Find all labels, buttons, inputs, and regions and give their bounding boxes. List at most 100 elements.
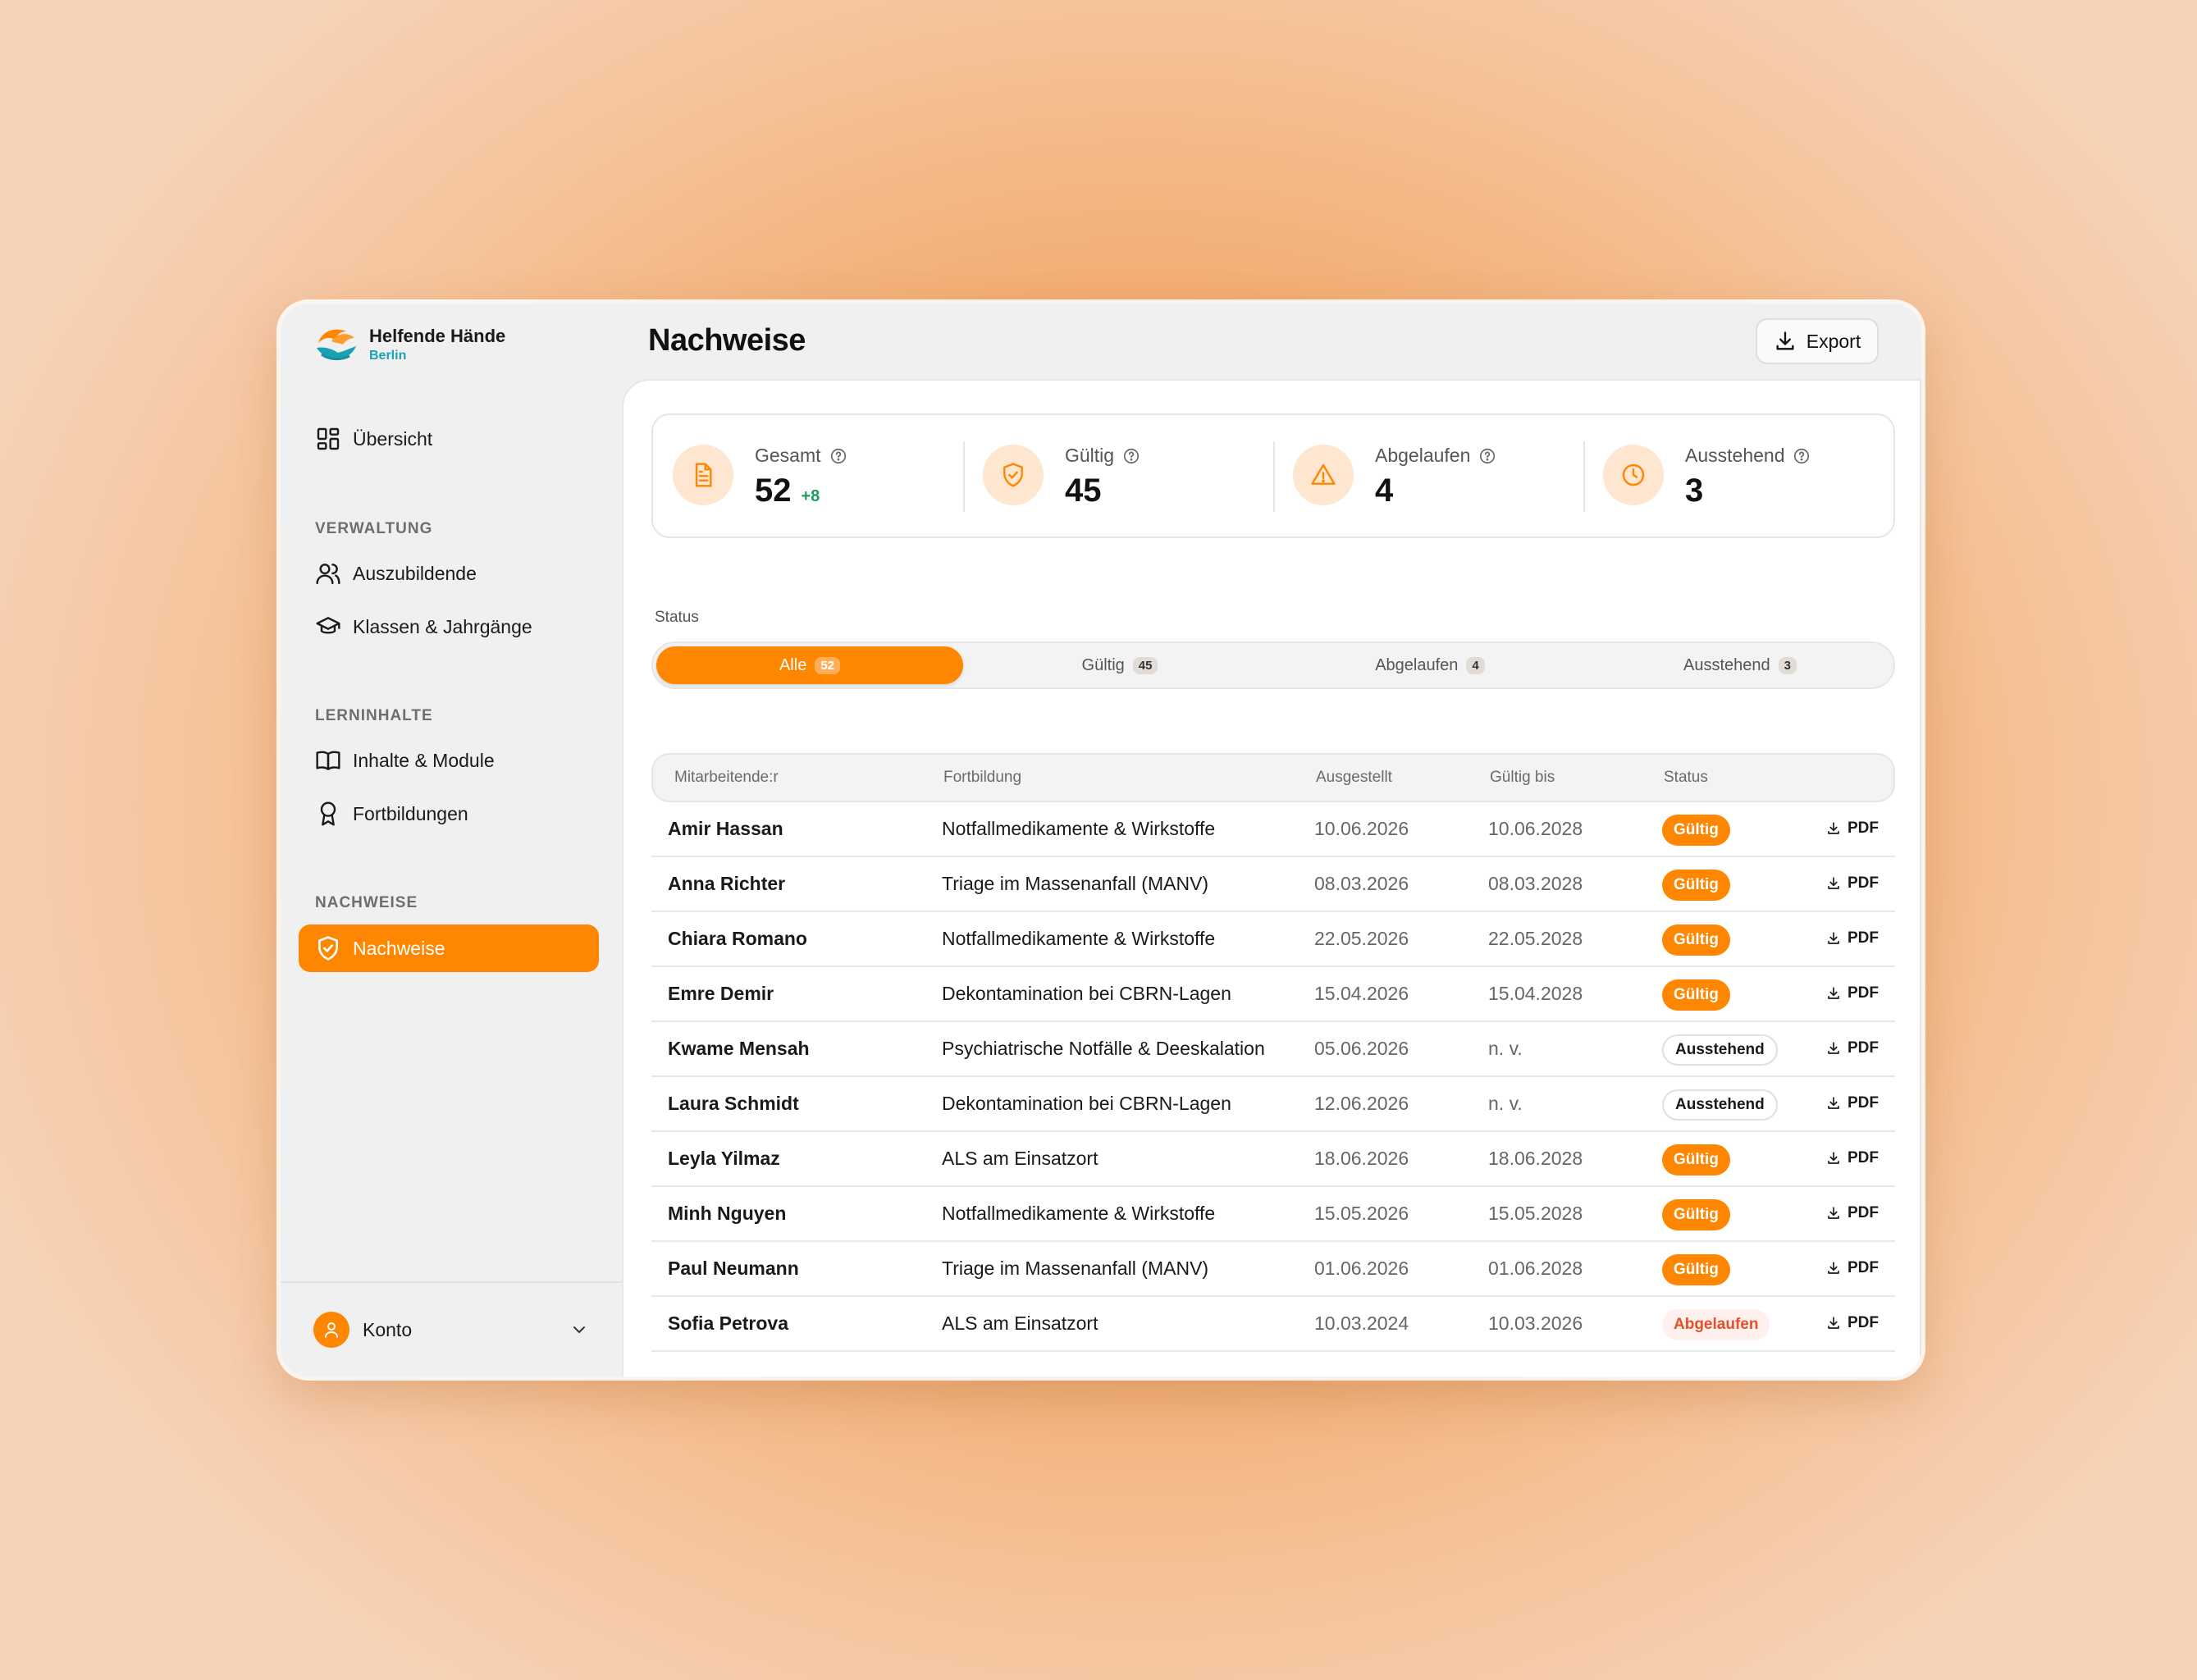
stat-delta: +8 <box>801 487 820 505</box>
filter-label: Alle <box>779 655 807 674</box>
employee-name: Kwame Mensah <box>668 1038 810 1059</box>
valid-until-date: 15.05.2028 <box>1488 1203 1583 1224</box>
account-menu[interactable]: Konto <box>313 1311 589 1349</box>
sidebar-item-overview[interactable]: Übersicht <box>299 415 599 463</box>
pdf-download-button[interactable]: PDF <box>1826 1259 1879 1277</box>
shield-check-icon <box>983 445 1044 505</box>
table-row[interactable]: Kwame Mensah Psychiatrische Notfälle & De… <box>651 1022 1895 1077</box>
brand[interactable]: Helfende Hände Berlin <box>313 322 505 368</box>
pdf-label: PDF <box>1848 984 1879 1002</box>
course-name: Notfallmedikamente & Wirkstoffe <box>942 928 1216 949</box>
filter-ausstehend[interactable]: Ausstehend 3 <box>1587 646 1893 684</box>
table-row[interactable]: Minh Nguyen Notfallmedikamente & Wirkstof… <box>651 1187 1895 1242</box>
status-filter: Alle 52 Gültig 45 Abgelaufen 4 Ausstehen… <box>651 641 1895 689</box>
filter-alle[interactable]: Alle 52 <box>656 646 963 684</box>
count-badge: 3 <box>1778 656 1797 674</box>
pdf-download-button[interactable]: PDF <box>1826 1149 1879 1167</box>
issued-date: 12.06.2026 <box>1314 1093 1409 1114</box>
sidebar-item-inhalte[interactable]: Inhalte & Module <box>299 737 599 784</box>
pdf-download-button[interactable]: PDF <box>1826 819 1879 838</box>
help-icon[interactable] <box>829 447 847 465</box>
sidebar-item-label: Fortbildungen <box>353 802 468 824</box>
shield-check-icon <box>318 936 338 961</box>
status-badge: Gültig <box>1662 1144 1730 1176</box>
employee-name: Leyla Yilmaz <box>668 1148 780 1169</box>
pdf-download-button[interactable]: PDF <box>1826 1314 1879 1332</box>
column-header[interactable]: Status <box>1664 769 1708 787</box>
help-icon[interactable] <box>1793 447 1811 465</box>
chevron-down-icon <box>573 1326 585 1333</box>
download-icon <box>1828 1097 1839 1109</box>
table-row[interactable]: Amir Hassan Notfallmedikamente & Wirkstof… <box>651 802 1895 857</box>
sidebar: Helfende Hände Berlin Übersicht VERWALTU… <box>281 304 622 1376</box>
status-badge: Gültig <box>1662 979 1730 1011</box>
issued-date: 05.06.2026 <box>1314 1038 1409 1059</box>
avatar <box>313 1312 349 1348</box>
users-icon <box>316 564 340 585</box>
issued-date: 01.06.2026 <box>1314 1258 1409 1279</box>
pdf-download-button[interactable]: PDF <box>1826 1039 1879 1057</box>
issued-date: 15.05.2026 <box>1314 1203 1409 1224</box>
issued-date: 08.03.2026 <box>1314 873 1409 894</box>
warning-icon <box>1293 445 1354 505</box>
column-header[interactable]: Mitarbeitende:r <box>674 769 779 787</box>
column-header[interactable]: Gültig bis <box>1490 769 1555 787</box>
document-icon <box>673 445 733 505</box>
table-row[interactable]: Anna Richter Triage im Massenanfall (MANV… <box>651 857 1895 912</box>
count-badge: 45 <box>1132 656 1158 674</box>
sidebar-item-auszubildende[interactable]: Auszubildende <box>299 550 599 597</box>
sidebar-item-klassen[interactable]: Klassen & Jahrgänge <box>299 603 599 651</box>
table-row[interactable]: Laura Schmidt Dekontamination bei CBRN-La… <box>651 1077 1895 1132</box>
column-header[interactable]: Ausgestellt <box>1316 769 1392 787</box>
employee-name: Laura Schmidt <box>668 1093 799 1114</box>
graduation-cap-icon <box>316 617 340 634</box>
table-row[interactable]: Chiara Romano Notfallmedikamente & Wirkst… <box>651 912 1895 967</box>
pdf-label: PDF <box>1848 874 1879 892</box>
export-button[interactable]: Export <box>1756 318 1879 364</box>
download-icon <box>1828 1207 1839 1219</box>
download-icon <box>1828 1317 1839 1329</box>
pdf-download-button[interactable]: PDF <box>1826 1094 1879 1112</box>
valid-until-date: 10.03.2026 <box>1488 1312 1583 1334</box>
table-row[interactable]: Leyla Yilmaz ALS am Einsatzort 18.06.2026 1… <box>651 1132 1895 1187</box>
help-icon[interactable] <box>1478 447 1496 465</box>
pdf-label: PDF <box>1848 1149 1879 1166</box>
sidebar-divider <box>281 1281 622 1283</box>
filter-gueltig[interactable]: Gültig 45 <box>966 646 1273 684</box>
stats-card: Gesamt 52 +8 Gültig 45 Abgelaufen 4 Auss… <box>651 413 1895 538</box>
clock-icon <box>1603 445 1664 505</box>
download-icon <box>1776 331 1794 350</box>
stat-abgelaufen: Abgelaufen 4 <box>1273 415 1583 536</box>
status-badge: Gültig <box>1662 815 1730 846</box>
employee-name: Emre Demir <box>668 983 774 1004</box>
user-icon <box>325 1322 338 1338</box>
course-name: Notfallmedikamente & Wirkstoffe <box>942 1203 1216 1224</box>
table-row[interactable]: Sofia Petrova ALS am Einsatzort 10.03.2024… <box>651 1297 1895 1352</box>
table-row[interactable]: Paul Neumann Triage im Massenanfall (MANV… <box>651 1242 1895 1297</box>
pdf-download-button[interactable]: PDF <box>1826 984 1879 1002</box>
employee-name: Amir Hassan <box>668 818 783 839</box>
pdf-label: PDF <box>1848 1259 1879 1276</box>
download-icon <box>1828 1152 1839 1164</box>
sidebar-item-label: Auszubildende <box>353 562 477 584</box>
section-title-lerninhalte: LERNINHALTE <box>315 707 433 724</box>
status-badge: Ausstehend <box>1662 1034 1778 1066</box>
column-header[interactable]: Fortbildung <box>943 769 1021 787</box>
count-badge: 52 <box>815 656 841 674</box>
employee-name: Minh Nguyen <box>668 1203 787 1224</box>
valid-until-date: 08.03.2028 <box>1488 873 1583 894</box>
sidebar-item-fortbildungen[interactable]: Fortbildungen <box>299 790 599 838</box>
book-icon <box>316 751 340 770</box>
stat-gesamt: Gesamt 52 +8 <box>653 415 963 536</box>
help-icon[interactable] <box>1122 447 1140 465</box>
account-label: Konto <box>363 1318 413 1340</box>
pdf-download-button[interactable]: PDF <box>1826 874 1879 892</box>
sidebar-item-nachweise[interactable]: Nachweise <box>299 924 599 972</box>
status-badge: Gültig <box>1662 1199 1730 1230</box>
table-row[interactable]: Emre Demir Dekontamination bei CBRN-Lagen… <box>651 967 1895 1022</box>
pdf-download-button[interactable]: PDF <box>1826 1204 1879 1222</box>
pdf-label: PDF <box>1848 1094 1879 1112</box>
pdf-download-button[interactable]: PDF <box>1826 929 1879 947</box>
download-icon <box>1828 1042 1839 1054</box>
filter-abgelaufen[interactable]: Abgelaufen 4 <box>1277 646 1583 684</box>
